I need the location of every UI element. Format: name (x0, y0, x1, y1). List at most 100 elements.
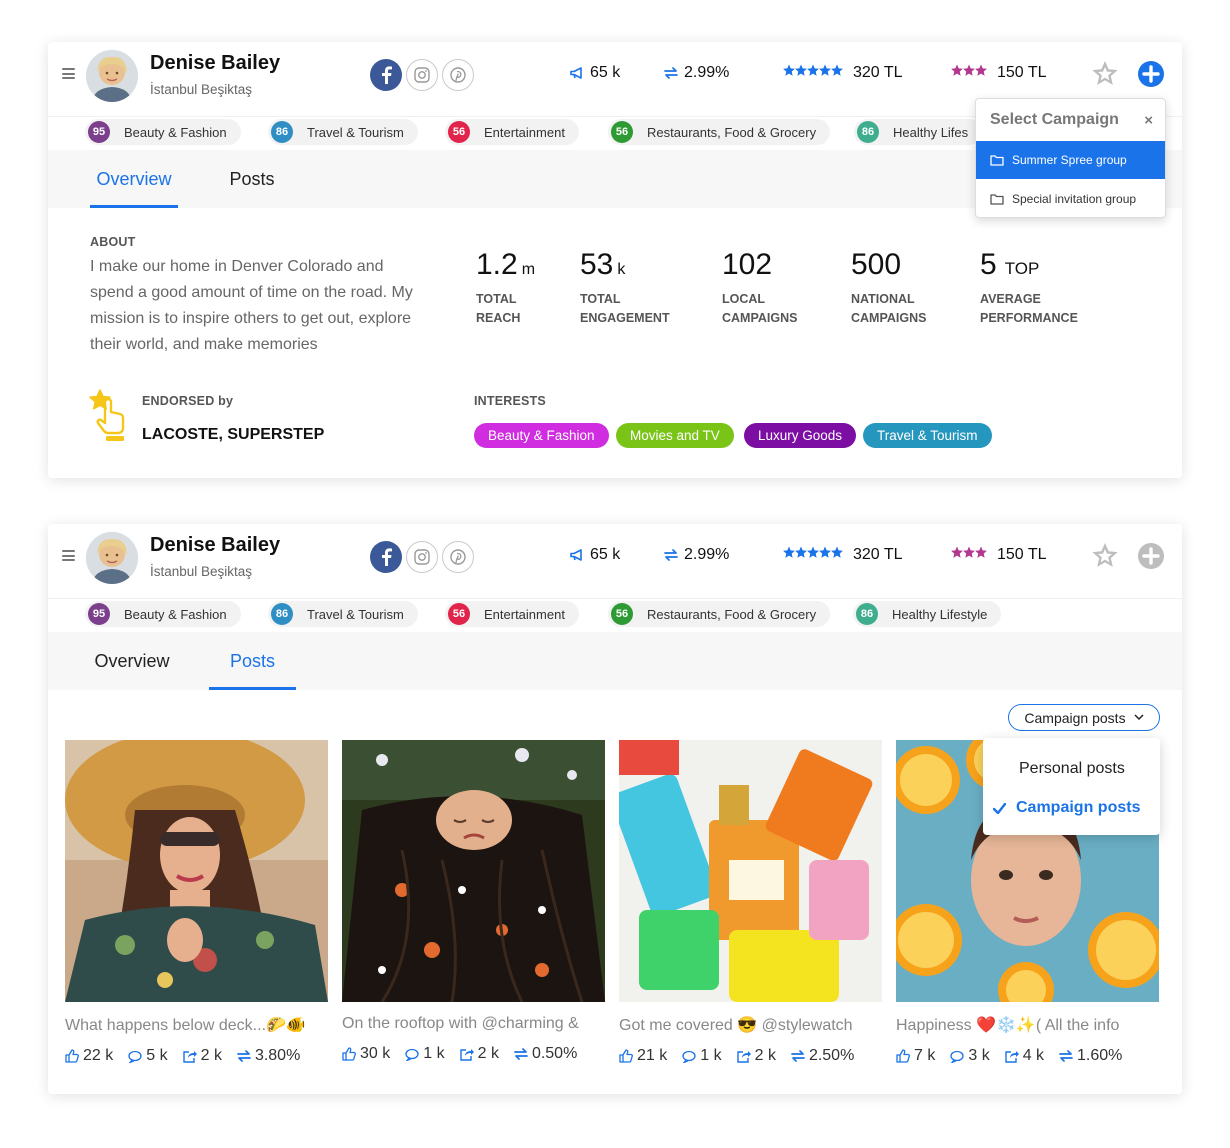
rating-star-icon (795, 64, 807, 76)
rating-a-stat: 320 TL (783, 546, 903, 564)
rating-star-icon (783, 64, 795, 76)
comment-icon (405, 1048, 419, 1061)
post-rate: 2.50% (808, 1047, 855, 1064)
share-icon (459, 1048, 474, 1061)
rating-b-stat: 150 TL (951, 546, 1047, 564)
metric-value: 53 (580, 248, 614, 281)
rating-star-icon (951, 64, 963, 76)
exchange-icon (237, 1050, 251, 1062)
rating-a-value: 320 TL (853, 64, 903, 81)
interest-pill[interactable]: Beauty & Fashion (474, 423, 609, 448)
engagement-value: 2.99% (684, 64, 730, 81)
rating-b-stars-icon (951, 64, 991, 82)
favorite-star-icon[interactable] (1090, 541, 1120, 571)
like-icon (896, 1049, 910, 1063)
category-score: 95 (88, 121, 110, 143)
category-score: 56 (611, 603, 633, 625)
category-label: Entertainment (484, 606, 565, 622)
rating-star-icon (975, 546, 987, 558)
category-label: Entertainment (484, 124, 565, 140)
profile-tabs: Overview Posts (48, 632, 1182, 690)
social-links (370, 59, 474, 91)
instagram-icon[interactable] (406, 59, 438, 91)
engagement-stat: 2.99% (664, 546, 729, 564)
exchange-icon (1059, 1050, 1073, 1062)
pinterest-icon[interactable] (442, 541, 474, 573)
add-to-campaign-icon[interactable] (1138, 543, 1164, 569)
like-icon (65, 1049, 79, 1063)
pinterest-icon[interactable] (442, 59, 474, 91)
metric-label: CAMPAIGNS (851, 311, 927, 325)
facebook-icon[interactable] (370, 541, 402, 573)
rating-star-icon (963, 64, 975, 76)
campaign-option-summer-spree[interactable]: Summer Spree group (976, 141, 1165, 179)
post-comments: 5 k (146, 1047, 168, 1064)
close-icon[interactable]: × (1144, 112, 1153, 129)
rating-star-icon (807, 64, 819, 76)
post-image[interactable] (65, 740, 328, 1002)
metric-value: 500 (851, 248, 902, 281)
rating-a-stars-icon (783, 546, 847, 564)
post-card[interactable]: Got me covered 😎 @stylewatch 21 k 1 k 2 … (619, 740, 882, 1065)
metric-unit: TOP (1004, 259, 1040, 278)
instagram-icon[interactable] (406, 541, 438, 573)
post-caption: Got me covered 😎 @stylewatch (619, 1017, 853, 1034)
category-score: 95 (88, 603, 110, 625)
metric-label: REACH (476, 311, 521, 325)
comment-icon (128, 1050, 142, 1063)
category-score: 86 (856, 603, 878, 625)
interests-label: INTERESTS (474, 394, 546, 408)
tab-posts[interactable]: Posts (208, 150, 296, 208)
post-shares: 2 k (754, 1047, 776, 1064)
social-links (370, 541, 474, 573)
profile-card-posts: Denise Bailey İstanbul Beşiktaş 65 k 2.9… (48, 524, 1182, 1094)
post-shares: 2 k (200, 1047, 222, 1064)
post-card[interactable]: What happens below deck...🌮🐠 22 k 5 k 2 … (65, 740, 328, 1065)
followers-stat: 65 k (570, 64, 620, 82)
post-card[interactable]: On the rooftop with @charming & 30 k 1 k… (342, 740, 605, 1063)
tab-overview[interactable]: Overview (88, 632, 176, 690)
posts-filter-button[interactable]: Campaign posts (1008, 704, 1160, 731)
metric-label: TOTAL (580, 292, 621, 306)
post-comments: 1 k (700, 1047, 722, 1064)
hamburger-menu-icon[interactable] (62, 550, 75, 561)
category-label: Travel & Tourism (307, 124, 404, 140)
hamburger-menu-icon[interactable] (62, 68, 75, 79)
megaphone-icon (570, 549, 582, 561)
metric-label: PERFORMANCE (980, 311, 1078, 325)
post-rate: 1.60% (1077, 1047, 1123, 1064)
campaign-option-special-invitation[interactable]: Special invitation group (976, 180, 1165, 218)
add-to-campaign-icon[interactable] (1138, 61, 1164, 87)
category-score: 86 (271, 603, 293, 625)
favorite-star-icon[interactable] (1090, 59, 1120, 89)
menu-item-personal-posts[interactable]: Personal posts (1019, 760, 1125, 778)
facebook-icon[interactable] (370, 59, 402, 91)
metric-average-performance: 5 TOP AVERAGE PERFORMANCE (980, 248, 1078, 328)
megaphone-icon (570, 67, 582, 79)
metric-label: TOTAL (476, 292, 517, 306)
category-tag: 86 Travel & Tourism (268, 119, 418, 145)
rating-star-icon (795, 546, 807, 558)
select-campaign-title: Select Campaign (990, 111, 1119, 128)
menu-item-campaign-posts[interactable]: Campaign posts (993, 799, 1140, 817)
interest-pill[interactable]: Travel & Tourism (863, 423, 992, 448)
post-image[interactable] (619, 740, 882, 1002)
category-score: 56 (611, 121, 633, 143)
share-icon (736, 1050, 751, 1063)
tab-posts[interactable]: Posts (209, 632, 296, 690)
like-icon (619, 1049, 633, 1063)
tab-overview[interactable]: Overview (90, 150, 178, 208)
profile-header: Denise Bailey İstanbul Beşiktaş 65 k 2.9… (48, 524, 1182, 590)
campaign-option-label: Summer Spree group (1012, 153, 1127, 167)
post-image[interactable] (342, 740, 605, 1002)
category-tag: 56 Restaurants, Food & Grocery (608, 119, 831, 145)
rating-star-icon (783, 546, 795, 558)
metric-unit: m (521, 261, 536, 278)
category-label: Healthy Lifes (893, 124, 969, 140)
posts-filter-menu: Personal posts Campaign posts (983, 738, 1160, 835)
rating-star-icon (819, 546, 831, 558)
interest-pill[interactable]: Movies and TV (616, 423, 734, 448)
metric-unit: k (617, 261, 626, 278)
category-tag: 86 Travel & Tourism (268, 601, 418, 627)
interest-pill[interactable]: Luxury Goods (744, 423, 857, 448)
